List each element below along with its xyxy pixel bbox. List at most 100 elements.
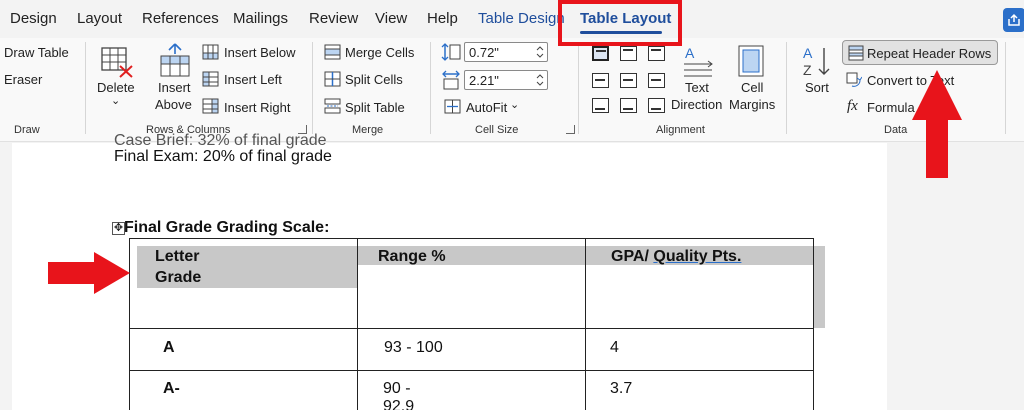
insert-below-icon xyxy=(202,44,219,60)
insert-above-button[interactable]: Insert xyxy=(158,80,191,95)
table-border-top xyxy=(129,238,814,239)
group-label-draw: Draw xyxy=(14,124,40,136)
repeat-header-rows-label: Repeat Header Rows xyxy=(867,46,992,61)
table-border-right xyxy=(813,238,814,410)
group-separator xyxy=(578,42,579,134)
chevron-down-icon: ⌄ xyxy=(510,99,520,111)
header-cell-letter[interactable]: Letter xyxy=(155,248,199,266)
cell-gpa-a-minus[interactable]: 3.7 xyxy=(610,380,632,398)
share-icon xyxy=(1008,13,1020,26)
split-table-button[interactable]: Split Table xyxy=(345,100,405,115)
svg-text:Z: Z xyxy=(803,62,812,78)
insert-right-button[interactable]: Insert Right xyxy=(224,100,290,115)
tab-table-design[interactable]: Table Design xyxy=(478,10,565,27)
insert-right-icon xyxy=(202,98,219,114)
align-bottom-center-button[interactable] xyxy=(620,98,637,113)
row-height-input[interactable]: 0.72" xyxy=(464,42,548,62)
draw-table-button[interactable]: Draw Table xyxy=(4,45,69,60)
cell-gpa-a[interactable]: 4 xyxy=(610,339,619,357)
autofit-icon xyxy=(444,99,461,114)
cell-grade-a-minus[interactable]: A- xyxy=(163,380,180,398)
autofit-button[interactable]: AutoFit xyxy=(466,100,507,115)
column-width-icon xyxy=(442,70,460,90)
align-bottom-right-button[interactable] xyxy=(648,98,665,113)
align-middle-center-button[interactable] xyxy=(620,73,637,88)
column-width-input[interactable]: 2.21" xyxy=(464,70,548,90)
ribbon-tab-bar: Design Layout References Mailings Review… xyxy=(0,0,1024,38)
cell-margins-label-2: Margins xyxy=(729,97,776,112)
merge-cells-button[interactable]: Merge Cells xyxy=(345,45,414,60)
text-direction-icon: A xyxy=(684,45,713,77)
formula-button[interactable]: Formula xyxy=(867,100,915,115)
header-cell-range[interactable]: Range % xyxy=(378,248,446,266)
group-separator xyxy=(1005,42,1006,134)
align-top-right-button[interactable] xyxy=(648,46,665,61)
group-separator xyxy=(312,42,313,134)
tab-references[interactable]: References xyxy=(142,10,219,27)
table-row-divider xyxy=(129,370,814,371)
split-table-icon xyxy=(324,98,341,114)
cell-grade-a[interactable]: A xyxy=(163,339,175,357)
convert-to-text-icon xyxy=(846,72,862,87)
document-area: Case Brief: 32% of final grade Final Exa… xyxy=(0,132,1024,410)
table-heading: Final Grade Grading Scale: xyxy=(124,219,330,236)
tab-review[interactable]: Review xyxy=(309,10,358,27)
cell-margins-button[interactable]: Cell xyxy=(741,80,763,95)
group-label-merge: Merge xyxy=(352,124,384,136)
group-separator xyxy=(786,42,787,134)
align-middle-left-button[interactable] xyxy=(592,73,609,88)
repeat-header-rows-button[interactable]: Repeat Header Rows xyxy=(842,40,998,65)
cell-range-a-minus-line2: 92.9 xyxy=(383,398,415,410)
tab-design[interactable]: Design xyxy=(10,10,57,27)
spin-arrows-icon[interactable] xyxy=(535,72,545,88)
repeat-header-rows-icon xyxy=(848,45,864,61)
merge-cells-icon xyxy=(324,44,341,60)
insert-below-button[interactable]: Insert Below xyxy=(224,45,296,60)
group-label-cell-size: Cell Size xyxy=(475,124,519,136)
sort-button[interactable]: Sort xyxy=(805,80,829,95)
delete-button[interactable]: Delete xyxy=(97,80,135,95)
insert-left-button[interactable]: Insert Left xyxy=(224,72,282,87)
table-row-divider xyxy=(129,328,814,329)
align-bottom-left-button[interactable] xyxy=(592,98,609,113)
align-middle-right-button[interactable] xyxy=(648,73,665,88)
share-button[interactable] xyxy=(1003,8,1024,32)
delete-table-icon xyxy=(101,47,133,78)
cell-size-launcher-icon[interactable] xyxy=(566,125,575,134)
tab-help[interactable]: Help xyxy=(427,10,458,27)
group-separator xyxy=(430,42,431,134)
group-label-data: Data xyxy=(884,124,908,136)
annotation-highlight-box xyxy=(558,0,682,46)
text-direction-button[interactable]: Text xyxy=(685,80,709,95)
cell-range-a-minus[interactable]: 90 - xyxy=(383,380,411,398)
header-cell-grade: Grade xyxy=(155,269,202,286)
group-label-alignment: Alignment xyxy=(656,124,705,136)
spin-arrows-icon[interactable] xyxy=(535,44,545,60)
table-column-divider xyxy=(357,238,358,410)
split-cells-icon xyxy=(324,71,341,87)
tab-mailings[interactable]: Mailings xyxy=(233,10,288,27)
document-page[interactable]: Case Brief: 32% of final grade Final Exa… xyxy=(12,132,887,410)
tab-layout[interactable]: Layout xyxy=(77,10,122,27)
header-cell-gpa[interactable]: GPA/ Quality Pts. xyxy=(611,248,741,266)
header-row-end-shading xyxy=(814,246,825,328)
cell-margins-icon xyxy=(738,45,764,77)
align-top-left-button[interactable] xyxy=(592,46,609,61)
row-height-icon xyxy=(441,43,461,61)
svg-text:A: A xyxy=(685,45,695,61)
cell-range-a[interactable]: 93 - 100 xyxy=(384,339,443,357)
insert-above-icon xyxy=(160,43,190,77)
insert-left-icon xyxy=(202,71,219,87)
align-top-center-button[interactable] xyxy=(620,46,637,61)
ribbon: Draw Table Eraser Draw Delete ⌄ Insert A… xyxy=(0,38,1024,142)
group-separator xyxy=(85,42,86,134)
split-cells-button[interactable]: Split Cells xyxy=(345,72,403,87)
formula-icon: fx xyxy=(847,98,858,114)
table-column-divider xyxy=(585,238,586,410)
insert-above-label-2: Above xyxy=(155,97,192,112)
annotation-arrow-up-icon xyxy=(912,70,962,178)
chevron-down-icon: ⌄ xyxy=(111,95,121,107)
eraser-button[interactable]: Eraser xyxy=(4,72,42,87)
tab-view[interactable]: View xyxy=(375,10,407,27)
svg-text:A: A xyxy=(803,45,813,61)
